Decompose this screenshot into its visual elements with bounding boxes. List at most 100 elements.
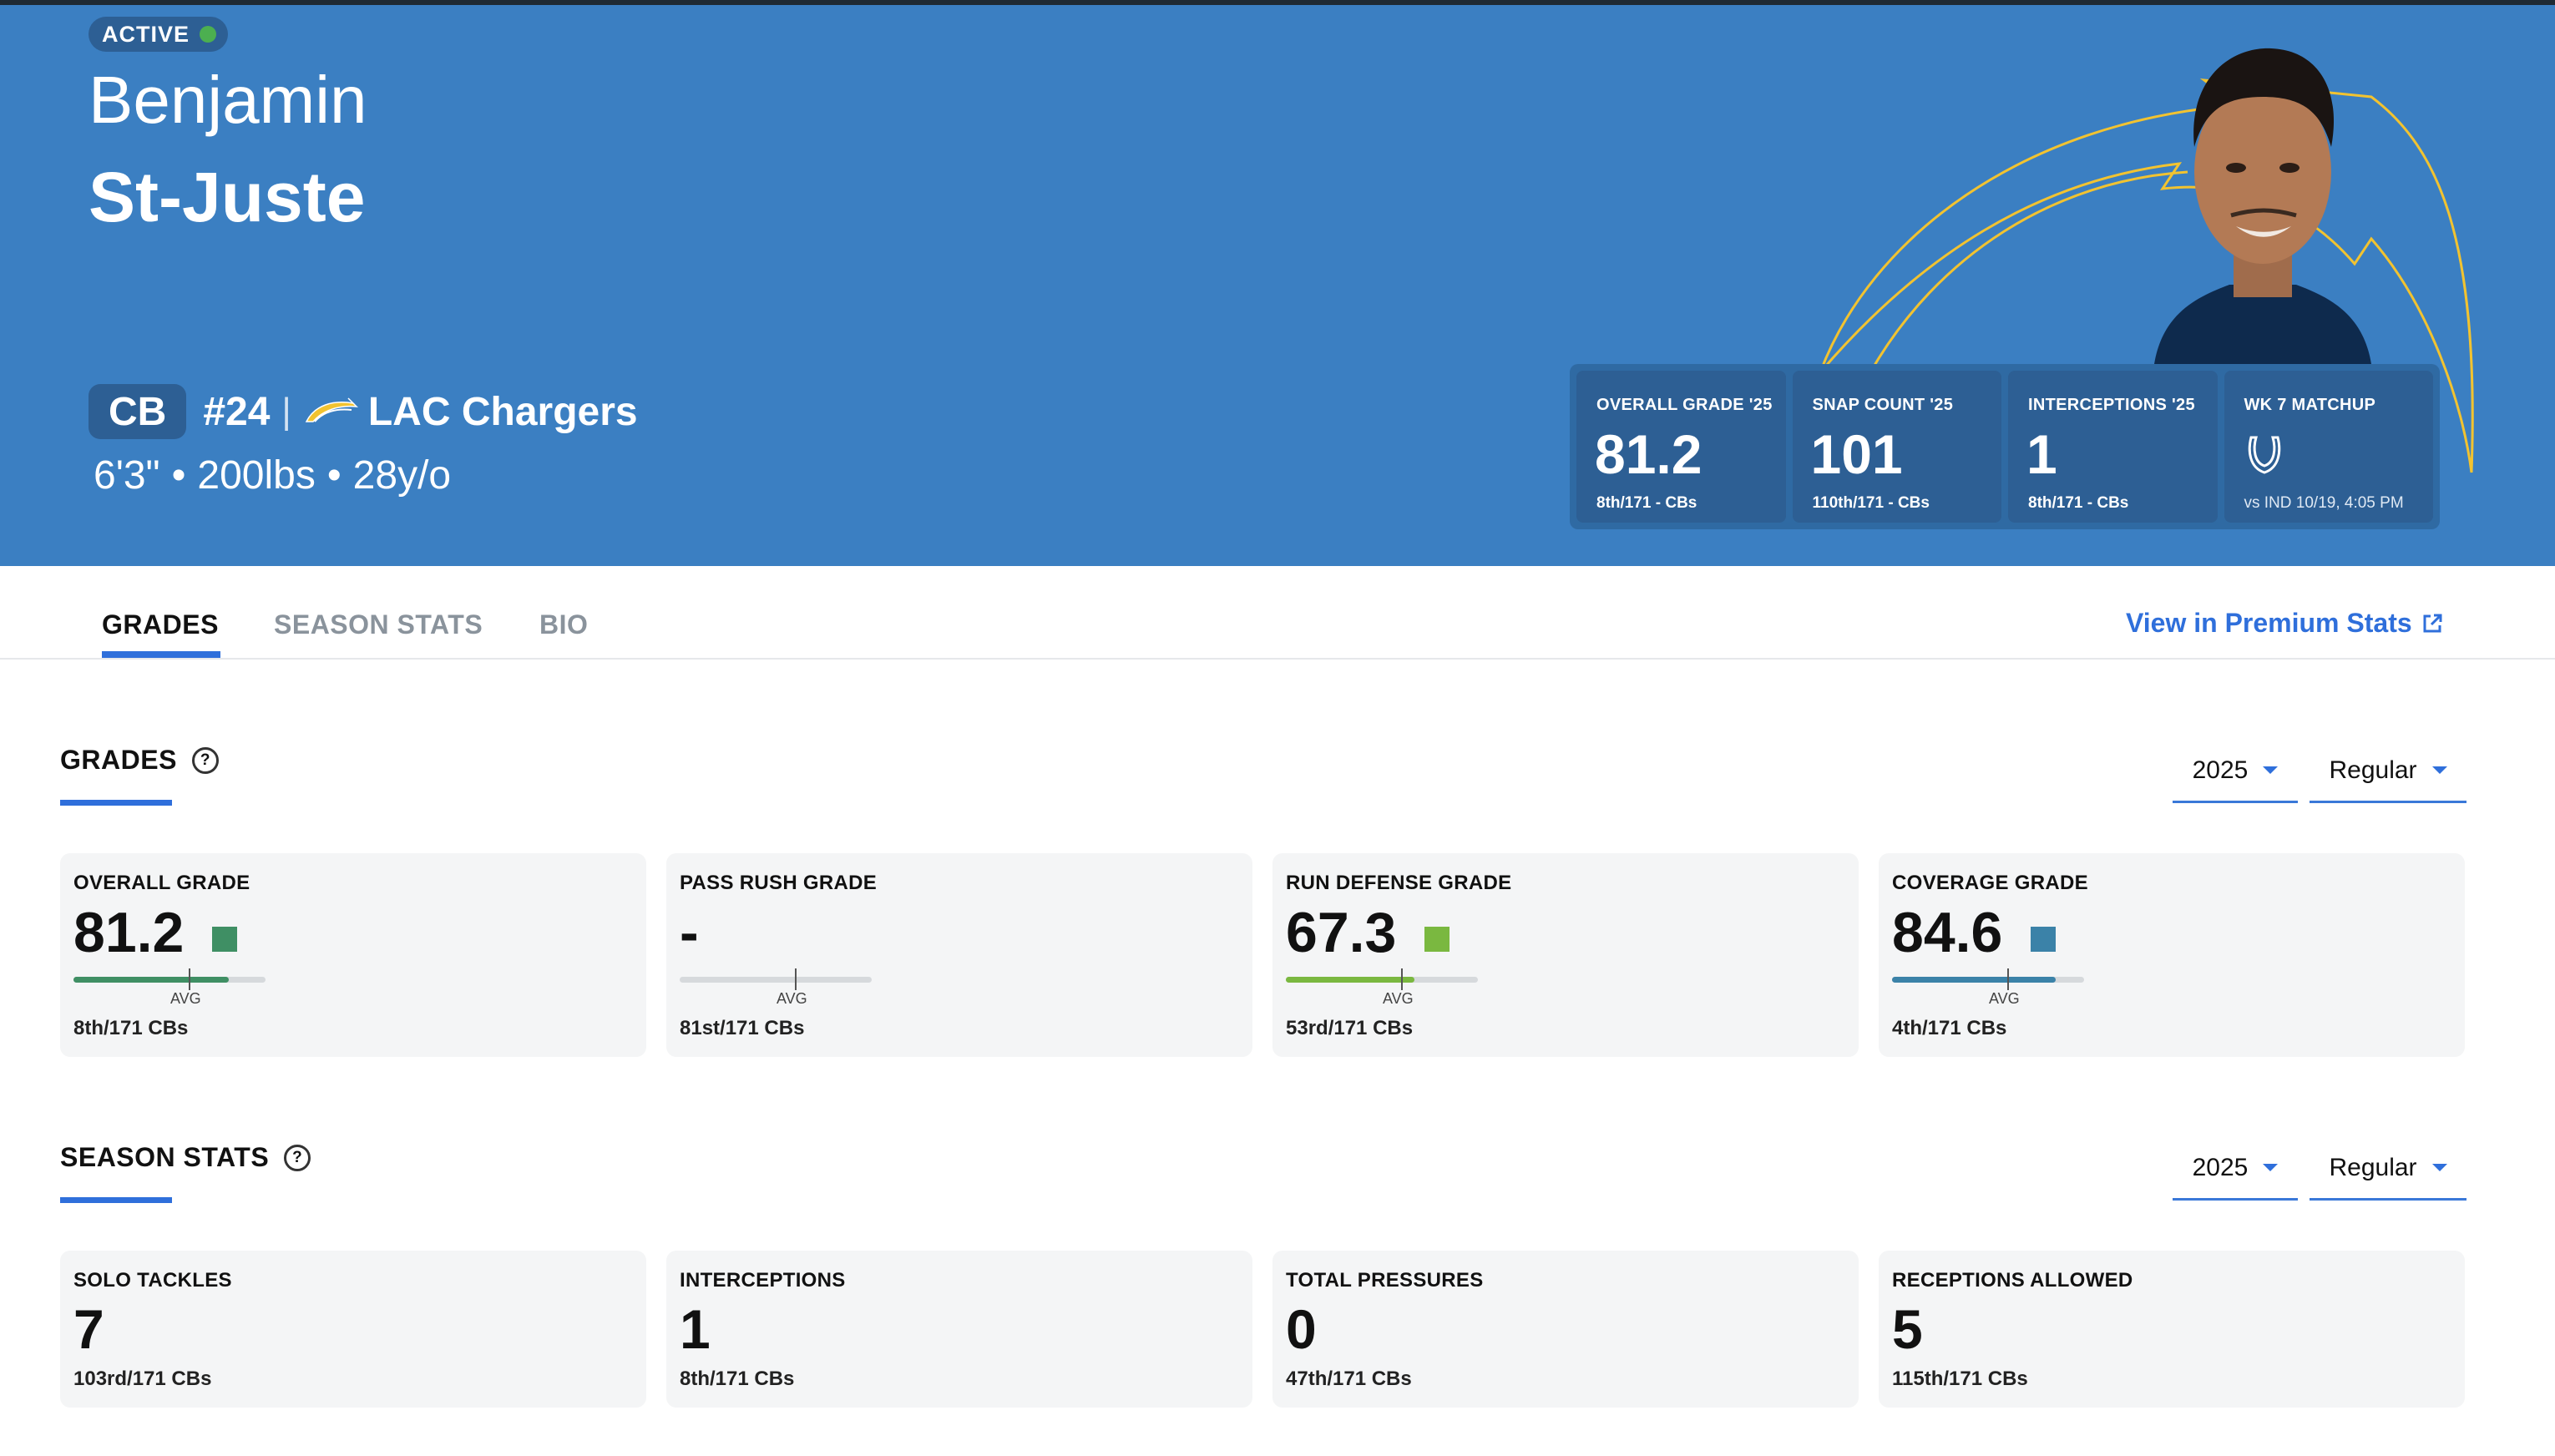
- grade-bar: [680, 968, 872, 990]
- hero-stat-value: 81.2: [1595, 423, 1702, 485]
- season-stat-label: RECEPTIONS ALLOWED: [1892, 1269, 2133, 1292]
- grades-year-select[interactable]: 2025: [2173, 740, 2298, 803]
- grade-card[interactable]: PASS RUSH GRADE - AVG 81st/171 CBs: [666, 853, 1252, 1057]
- hero-stat-label: WK 7 MATCHUP: [2244, 396, 2376, 414]
- hero-stat-snap-count: SNAP COUNT '25 101 110th/171 - CBs: [1792, 371, 2001, 523]
- grades-section-title: GRADES ?: [60, 745, 219, 776]
- active-tab-indicator: [102, 651, 220, 658]
- season-stat-rank: 8th/171 CBs: [680, 1368, 795, 1390]
- player-headshot: [2154, 48, 2371, 364]
- grade-bar: [1892, 968, 2084, 990]
- grade-bar-fill: [1892, 977, 2056, 983]
- player-age: 28y/o: [352, 453, 452, 498]
- separator: |: [281, 391, 291, 432]
- grade-color-indicator: [212, 927, 237, 952]
- season-stat-value: 0: [1286, 1298, 1317, 1360]
- grade-card-value: -: [680, 901, 699, 964]
- grade-avg-label: AVG: [170, 990, 201, 1007]
- season-stat-value: 1: [680, 1298, 711, 1360]
- grade-card-value: 84.6: [1892, 901, 2003, 964]
- hero-stat-matchup[interactable]: WK 7 MATCHUP vs IND 10/19, 4:05 PM: [2224, 371, 2433, 523]
- team-name[interactable]: LAC Chargers: [368, 389, 638, 435]
- grade-avg-marker: [1401, 968, 1403, 990]
- hero-stat-value: 101: [1810, 423, 1903, 485]
- hero-stat-label: OVERALL GRADE '25: [1596, 396, 1773, 414]
- grade-card[interactable]: COVERAGE GRADE 84.6 AVG 4th/171 CBs: [1879, 853, 2465, 1057]
- season-stat-value: 5: [1892, 1298, 1923, 1360]
- meta-separator: •: [171, 453, 186, 498]
- season-stat-card[interactable]: TOTAL PRESSURES 0 47th/171 CBs: [1272, 1251, 1859, 1408]
- chevron-down-icon: [2431, 766, 2447, 774]
- season-stat-rank: 115th/171 CBs: [1892, 1368, 2028, 1390]
- grades-title-underline: [60, 800, 172, 806]
- hero-stat-interceptions: INTERCEPTIONS '25 1 8th/171 - CBs: [2008, 371, 2218, 523]
- grade-card-label: RUN DEFENSE GRADE: [1286, 872, 1512, 894]
- grade-bar: [73, 968, 266, 990]
- grade-avg-label: AVG: [1383, 990, 1414, 1007]
- hero-stat-rank: 110th/171 - CBs: [1812, 494, 1930, 512]
- grade-card-rank: 8th/171 CBs: [73, 1017, 189, 1039]
- tab-bio[interactable]: BIO: [539, 609, 588, 640]
- grades-season-type-select[interactable]: Regular: [2310, 740, 2466, 803]
- grade-card[interactable]: OVERALL GRADE 81.2 AVG 8th/171 CBs: [60, 853, 646, 1057]
- profile-tabs: GRADES SEASON STATS BIO View in Premium …: [0, 566, 2555, 660]
- grade-card-label: OVERALL GRADE: [73, 872, 250, 894]
- chevron-down-icon: [2263, 766, 2279, 774]
- grade-avg-label: AVG: [777, 990, 807, 1007]
- help-icon[interactable]: ?: [284, 1144, 311, 1171]
- grade-card[interactable]: RUN DEFENSE GRADE 67.3 AVG 53rd/171 CBs: [1272, 853, 1859, 1057]
- grade-card-rank: 81st/171 CBs: [680, 1017, 805, 1039]
- grade-card-value: 67.3: [1286, 901, 1397, 964]
- premium-stats-label: View in Premium Stats: [2126, 608, 2412, 638]
- stats-season-type-select[interactable]: Regular: [2310, 1137, 2466, 1201]
- help-icon[interactable]: ?: [191, 746, 219, 774]
- chargers-logo-icon: [305, 397, 358, 422]
- stats-year-select[interactable]: 2025: [2173, 1137, 2298, 1201]
- status-dot-icon: [200, 26, 217, 43]
- season-stats-section-title: SEASON STATS ?: [60, 1142, 311, 1173]
- status-text: ACTIVE: [102, 21, 190, 47]
- season-stats-title-underline: [60, 1197, 172, 1203]
- hero-stat-rank: 8th/171 - CBs: [2028, 494, 2129, 512]
- status-badge: ACTIVE: [89, 17, 229, 52]
- grade-bar: [1286, 968, 1478, 990]
- grade-card-rank: 53rd/171 CBs: [1286, 1017, 1414, 1039]
- premium-stats-link[interactable]: View in Premium Stats: [2126, 608, 2444, 639]
- grades-season-type-value: Regular: [2329, 756, 2417, 784]
- position-row: CB #24 | LAC Chargers: [89, 384, 638, 439]
- meta-separator: •: [326, 453, 342, 498]
- player-hero: ACTIVE Benjamin St-Juste CB #24 | LAC Ch…: [0, 5, 2555, 566]
- player-measurables: 6'3" • 200lbs • 28y/o: [94, 452, 451, 498]
- grade-bar-fill: [1286, 977, 1415, 983]
- grades-year-value: 2025: [2192, 756, 2249, 784]
- season-stat-card[interactable]: SOLO TACKLES 7 103rd/171 CBs: [60, 1251, 646, 1408]
- jersey-number: #24: [203, 389, 271, 434]
- player-weight: 200lbs: [197, 453, 316, 498]
- position-badge: CB: [89, 384, 187, 439]
- season-stats-title-text: SEASON STATS: [60, 1142, 270, 1172]
- chevron-down-icon: [2263, 1164, 2279, 1171]
- player-height: 6'3": [94, 453, 160, 498]
- grade-card-value: 81.2: [73, 901, 185, 964]
- season-stat-card[interactable]: RECEPTIONS ALLOWED 5 115th/171 CBs: [1879, 1251, 2465, 1408]
- player-last-name: St-Juste: [89, 158, 366, 236]
- tab-season-stats[interactable]: SEASON STATS: [274, 609, 483, 640]
- matchup-details: vs IND 10/19, 4:05 PM: [2244, 494, 2404, 512]
- season-stat-card[interactable]: INTERCEPTIONS 1 8th/171 CBs: [666, 1251, 1252, 1408]
- grade-color-indicator: [1424, 927, 1450, 952]
- grade-avg-marker: [2007, 968, 2009, 990]
- grade-card-label: COVERAGE GRADE: [1892, 872, 2088, 894]
- hero-stat-value: 1: [2026, 423, 2057, 485]
- season-stat-rank: 103rd/171 CBs: [73, 1368, 212, 1390]
- grade-avg-marker: [795, 968, 797, 990]
- grade-avg-marker: [189, 968, 190, 990]
- hero-stat-rank: 8th/171 - CBs: [1596, 494, 1697, 512]
- grade-color-indicator: [2031, 927, 2056, 952]
- tab-grades[interactable]: GRADES: [102, 609, 219, 640]
- chevron-down-icon: [2431, 1164, 2447, 1171]
- hero-stat-label: SNAP COUNT '25: [1812, 396, 1954, 414]
- season-stat-label: TOTAL PRESSURES: [1286, 1269, 1484, 1292]
- season-stat-label: INTERCEPTIONS: [680, 1269, 846, 1292]
- grades-title-text: GRADES: [60, 745, 177, 775]
- hero-stat-panel: OVERALL GRADE '25 81.2 8th/171 - CBs SNA…: [1570, 364, 2440, 529]
